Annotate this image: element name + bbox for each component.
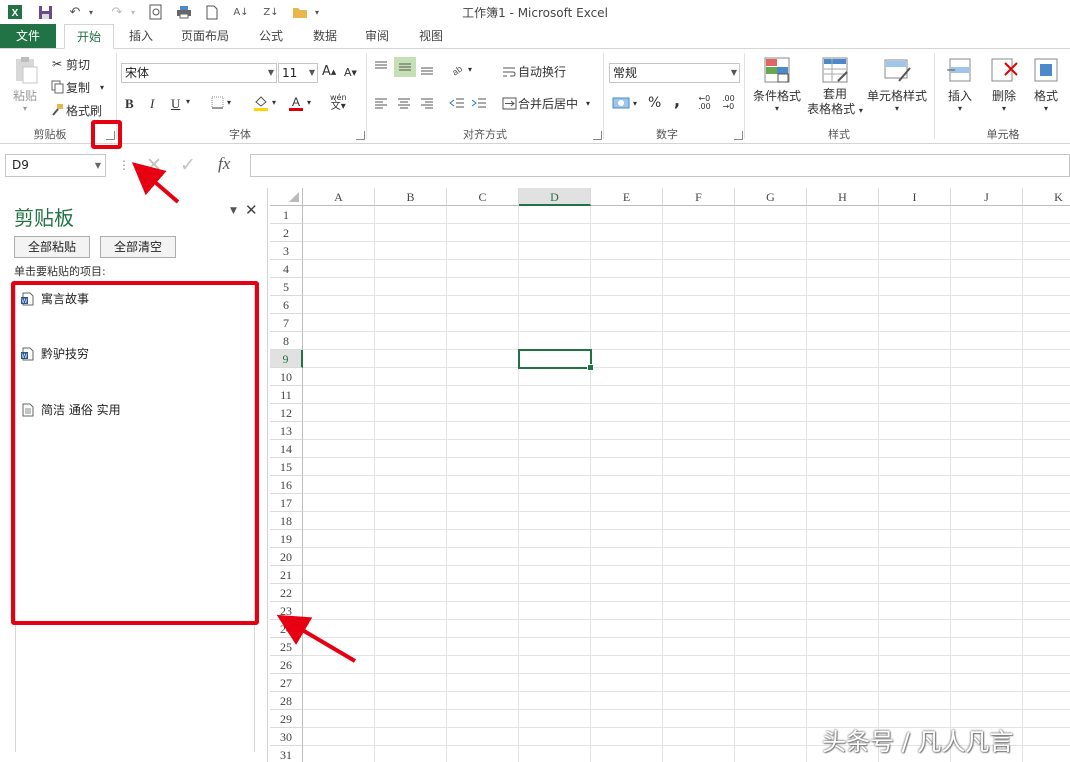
- excel-window: X ↶ ▾ ↷ ▾ A↓ Z↓ ▾ 工作簿1 - Microsoft Excel…: [0, 0, 1070, 762]
- annotation-arrow-up: [131, 162, 180, 204]
- annotation-arrows: [131, 162, 357, 663]
- tab-home[interactable]: 开始: [64, 24, 114, 49]
- annotation-arrow-pane: [276, 614, 357, 663]
- watermark: 头条号 / 凡人凡言: [822, 728, 1014, 756]
